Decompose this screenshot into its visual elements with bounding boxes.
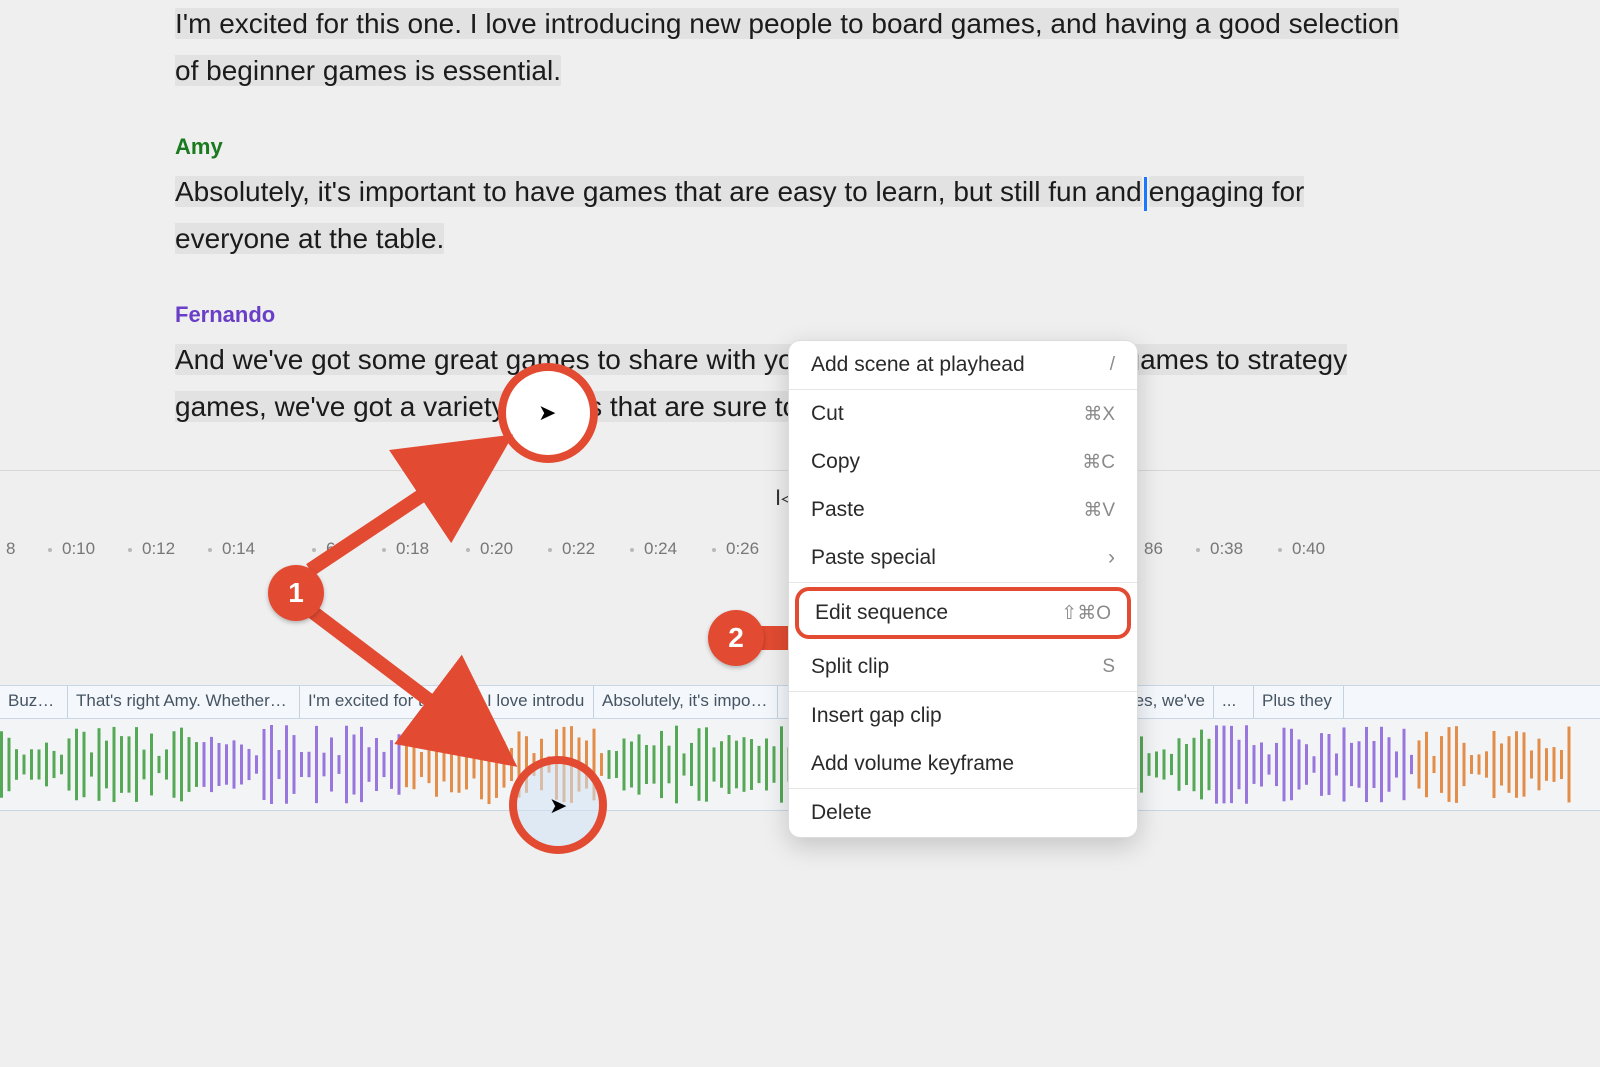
- annotation-arrow-icon: [300, 600, 520, 770]
- clip-segment[interactable]: Plus they: [1254, 686, 1344, 718]
- menu-item-label: Delete: [811, 801, 872, 825]
- menu-item-split-clip[interactable]: Split clip S: [789, 643, 1137, 691]
- cursor-icon: ➤: [549, 793, 567, 819]
- time-tick: 0:24: [630, 539, 677, 559]
- annotation-step-badge: 1: [268, 565, 324, 621]
- transcript-text[interactable]: I'm excited for this one. I love introdu…: [175, 0, 1425, 94]
- menu-shortcut: ⌘X: [1083, 403, 1115, 426]
- menu-item-copy[interactable]: Copy ⌘C: [789, 438, 1137, 486]
- menu-item-label: Split clip: [811, 655, 889, 679]
- menu-item-label: Paste: [811, 498, 865, 522]
- time-tick: 0:26: [712, 539, 759, 559]
- menu-item-label: Insert gap clip: [811, 704, 942, 728]
- menu-shortcut: /: [1110, 354, 1115, 376]
- menu-shortcut: ⇧⌘O: [1061, 602, 1111, 625]
- menu-item-label: Paste special: [811, 546, 936, 570]
- menu-item-label: Cut: [811, 402, 844, 426]
- transcript-block: I'm excited for this one. I love introdu…: [175, 0, 1425, 94]
- context-menu: Add scene at playhead / Cut ⌘X Copy ⌘C P…: [788, 340, 1138, 838]
- time-tick: 0:38: [1196, 539, 1243, 559]
- speaker-label-amy[interactable]: Amy: [175, 134, 1425, 160]
- time-tick: 0:10: [48, 539, 95, 559]
- menu-item-delete[interactable]: Delete: [789, 789, 1137, 837]
- menu-item-label: Add volume keyframe: [811, 752, 1014, 776]
- chevron-right-icon: ›: [1108, 546, 1115, 570]
- cursor-icon: ➤: [538, 400, 556, 426]
- menu-shortcut: ⌘V: [1083, 499, 1115, 522]
- clip-segment[interactable]: Absolutely, it's importa: [594, 686, 778, 718]
- transcript-text[interactable]: Absolutely, it's important to have games…: [175, 168, 1425, 262]
- menu-item-label: Copy: [811, 450, 860, 474]
- menu-item-label: Edit sequence: [815, 601, 948, 625]
- clip-segment[interactable]: ...: [1214, 686, 1254, 718]
- clip-segment[interactable]: Buzz pod: [0, 686, 68, 718]
- menu-item-paste[interactable]: Paste ⌘V: [789, 486, 1137, 534]
- time-tick: 0:12: [128, 539, 175, 559]
- annotation-step-badge: 2: [708, 610, 764, 666]
- menu-item-add-volume-keyframe[interactable]: Add volume keyframe: [789, 740, 1137, 788]
- clip-segment[interactable]: That's right Amy. Whether y..: [68, 686, 300, 718]
- menu-item-label: Add scene at playhead: [811, 353, 1025, 377]
- time-tick: 0:40: [1278, 539, 1325, 559]
- menu-item-cut[interactable]: Cut ⌘X: [789, 390, 1137, 438]
- menu-shortcut: ⌘C: [1082, 451, 1115, 474]
- menu-item-add-scene[interactable]: Add scene at playhead /: [789, 341, 1137, 389]
- menu-item-edit-sequence[interactable]: Edit sequence ⇧⌘O: [795, 587, 1131, 639]
- time-tick: 0:22: [548, 539, 595, 559]
- transcript-block: Amy Absolutely, it's important to have g…: [175, 134, 1425, 262]
- text-cursor: [1144, 177, 1147, 211]
- menu-item-paste-special[interactable]: Paste special ›: [789, 534, 1137, 582]
- time-tick: 0:14: [208, 539, 255, 559]
- speaker-label-fernando[interactable]: Fernando: [175, 302, 1425, 328]
- menu-shortcut: S: [1102, 656, 1115, 678]
- annotation-arrow-icon: [300, 430, 520, 580]
- time-tick: 8: [0, 539, 15, 559]
- menu-item-insert-gap[interactable]: Insert gap clip: [789, 692, 1137, 740]
